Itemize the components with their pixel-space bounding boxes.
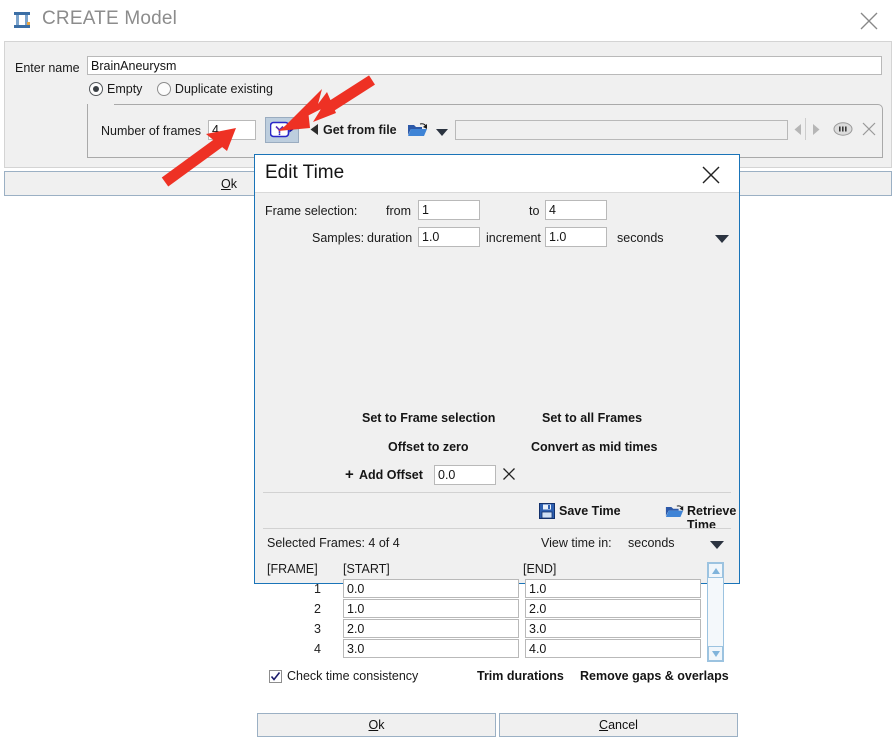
column-header-end: [END] [523, 562, 557, 576]
increment-input[interactable] [545, 227, 607, 247]
frame-end-input[interactable] [525, 579, 701, 598]
dialog-ok-button[interactable]: Ok [257, 713, 496, 737]
set-to-all-frames-button[interactable]: Set to all Frames [542, 411, 642, 425]
number-of-frames-label: Number of frames [101, 124, 202, 138]
frame-selection-label: Frame selection: [265, 204, 358, 218]
save-time-button[interactable]: Save Time [559, 504, 621, 518]
create-model-form: Enter name Empty Duplicate existing Numb… [4, 41, 892, 168]
radio-empty-label: Empty [107, 82, 143, 96]
file-path-input[interactable] [455, 120, 788, 140]
frame-index: 3 [314, 622, 321, 636]
chevron-down-icon[interactable] [710, 539, 724, 553]
open-folder-icon[interactable] [407, 121, 429, 142]
remove-gaps-overlaps-button[interactable]: Remove gaps & overlaps [580, 669, 729, 683]
from-label: from [386, 204, 411, 218]
frame-end-input[interactable] [525, 599, 701, 618]
close-icon[interactable] [700, 164, 722, 186]
add-offset-button[interactable]: Add Offset [359, 468, 423, 482]
toolbar-separator [805, 118, 806, 140]
table-row: 1 [255, 579, 739, 599]
radio-empty-dot [89, 82, 103, 96]
table-row: 2 [255, 599, 739, 619]
table-row: 3 [255, 619, 739, 639]
triangle-left-icon[interactable] [794, 124, 802, 138]
column-header-frame: [FRAME] [267, 562, 318, 576]
radio-duplicate-dot [156, 82, 171, 96]
duration-label: duration [367, 231, 413, 245]
radio-duplicate-existing[interactable]: Duplicate existing [156, 82, 273, 96]
radio-duplicate-label: Duplicate existing [174, 82, 273, 96]
frame-index: 2 [314, 602, 321, 616]
close-icon[interactable] [856, 8, 882, 34]
divider [263, 528, 731, 529]
offset-to-zero-button[interactable]: Offset to zero [388, 440, 469, 454]
frames-table-body: 1 2 3 4 [255, 579, 739, 659]
edit-time-title: Edit Time [265, 162, 345, 183]
set-to-frame-selection-button[interactable]: Set to Frame selection [362, 411, 495, 425]
units-label: seconds [617, 231, 664, 245]
frame-index: 1 [314, 582, 321, 596]
samples-label: Samples: [312, 231, 365, 245]
triangle-right-icon[interactable] [812, 124, 820, 138]
page-title: CREATE Model [42, 8, 178, 29]
frame-end-input[interactable] [525, 619, 701, 638]
dialog-cancel-button[interactable]: Cancel [499, 713, 738, 737]
view-time-in-label: View time in: [541, 536, 612, 550]
open-folder-icon[interactable] [665, 503, 685, 523]
number-of-frames-input[interactable] [208, 120, 256, 140]
window-title-bar: CREATE Model [0, 0, 896, 40]
plus-icon[interactable]: + [345, 466, 354, 483]
check-time-consistency-label: Check time consistency [287, 669, 419, 683]
radio-empty[interactable]: Empty [89, 82, 142, 96]
floppy-save-icon[interactable] [539, 503, 555, 522]
triangle-left-icon[interactable] [310, 124, 319, 138]
to-input[interactable] [545, 200, 607, 220]
increment-label: increment [486, 231, 541, 245]
check-time-consistency-checkbox[interactable] [269, 670, 282, 683]
table-row: 4 [255, 639, 739, 659]
offset-input[interactable] [434, 465, 496, 485]
ellipsis-button-icon[interactable] [833, 121, 853, 140]
triangle-down-icon[interactable] [708, 646, 723, 661]
convert-as-mid-times-button[interactable]: Convert as mid times [531, 440, 657, 454]
frames-group-panel: Number of frames Get from file [87, 104, 883, 158]
edit-time-title-bar: Edit Time [255, 155, 739, 193]
samples-row: Samples: duration increment seconds [255, 227, 739, 249]
divider [263, 492, 731, 493]
frame-index: 4 [314, 642, 321, 656]
frame-start-input[interactable] [343, 599, 519, 618]
duration-input[interactable] [418, 227, 480, 247]
from-input[interactable] [418, 200, 480, 220]
frame-start-input[interactable] [343, 639, 519, 658]
chevron-down-icon[interactable] [436, 126, 448, 140]
triangle-up-icon[interactable] [708, 563, 723, 578]
to-label: to [529, 204, 540, 218]
app-table-icon [12, 10, 34, 30]
frames-table-header: [FRAME] [START] [END] [255, 562, 739, 579]
model-source-radio-group: Empty Duplicate existing [89, 82, 284, 100]
consistency-options-row: Check time consistency Trim durations Re… [255, 668, 739, 688]
frame-start-input[interactable] [343, 619, 519, 638]
frame-start-input[interactable] [343, 579, 519, 598]
edit-time-dialog: Edit Time Frame selection: from to Sampl… [254, 154, 740, 737]
selected-frames-label: Selected Frames: 4 of 4 [267, 536, 400, 550]
trim-durations-button[interactable]: Trim durations [477, 669, 564, 683]
column-header-start: [START] [343, 562, 390, 576]
clear-file-icon[interactable] [860, 120, 878, 138]
get-from-file-label[interactable]: Get from file [323, 123, 397, 137]
frame-selection-row: Frame selection: from to [255, 200, 739, 222]
chevron-down-icon[interactable] [715, 233, 729, 247]
clear-offset-icon[interactable] [501, 466, 517, 482]
clock-edit-icon[interactable] [265, 117, 299, 143]
model-name-input[interactable] [87, 56, 882, 75]
frame-end-input[interactable] [525, 639, 701, 658]
view-time-units-value: seconds [628, 536, 675, 550]
frames-table-scrollbar[interactable] [707, 562, 724, 662]
enter-name-label: Enter name [15, 61, 80, 75]
dialog-button-bar: Ok Cancel [257, 713, 738, 737]
